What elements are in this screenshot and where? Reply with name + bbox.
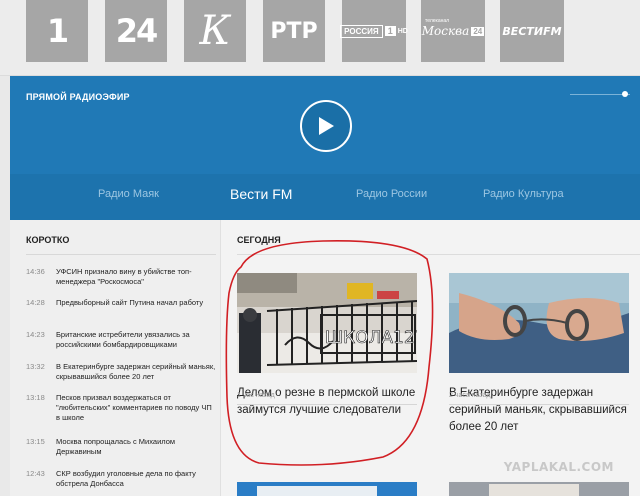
news-item[interactable]: 13:15 Москва попрощалась с Михаилом Держ… [26,437,216,457]
news-card-image: ШКОЛА127 [237,273,417,373]
channel-kultura-icon: К [199,8,231,54]
channel-24-tile[interactable]: 24 [105,0,167,62]
news-time: 13:32 [26,362,45,371]
radio-banner: ПРЯМОЙ РАДИОЭФИР Радио Маяк Вести FM Рад… [10,76,640,220]
news-time: 13:15 [26,437,45,446]
thumbnail-image [237,482,417,496]
news-item[interactable]: 13:18 Песков призвал воздержаться от "лю… [26,393,216,423]
channel-bar: 1 24 К РТР РОССИЯ 1 HD телеканал Москва … [0,0,640,76]
news-text: Песков призвал воздержаться от "любитель… [56,393,212,422]
channel-moskva24-tile[interactable]: телеканал Москва 24 [421,0,485,62]
divider [26,254,216,255]
news-text: В Екатеринбурге задержан серийный маньяк… [56,362,216,381]
channel-vestifm-tile[interactable]: ВЕСТИFM [500,0,564,62]
news-text: Предвыборный сайт Путина начал работу [56,298,204,307]
news-text: Британские истребители увязались за росс… [56,330,190,349]
play-icon [319,117,334,135]
news-card-title: Делом о резне в пермской школе займутся … [237,387,416,416]
channel-rossiya-hd-tile[interactable]: РОССИЯ 1 HD [340,0,408,62]
news-time: 14:23 [26,330,45,339]
watermark: YAPLAKAL.COM [503,460,614,474]
news-item[interactable]: 12:43 СКР возбудил уголовные дела по фак… [26,469,216,489]
news-text: Москва попрощалась с Михаилом Державиным [56,437,176,456]
channel-1-icon: 1 [46,12,69,50]
handcuffs-image [449,273,629,373]
gate-sign: ШКОЛА127 [325,328,417,348]
channel-24-icon: 24 [115,12,159,50]
news-time: 12:43 [26,469,45,478]
station-tabs: Радио Маяк Вести FM Радио России Радио К… [10,174,640,220]
tab-vesti-fm[interactable]: Вести FM [230,186,292,202]
today-title: СЕГОДНЯ [237,235,281,245]
short-news-column: КОРОТКО 14:36 УФСИН признало вину в убий… [10,220,220,496]
news-time: 13:18 [26,393,45,402]
news-text: СКР возбудил уголовные дела по факту обс… [56,469,196,488]
news-card-time: 2 часа назад [449,392,491,399]
short-news-title: КОРОТКО [26,235,70,245]
divider [237,254,640,255]
news-card-image [449,273,629,373]
tab-radio-rossii[interactable]: Радио России [356,188,427,200]
news-text: УФСИН признало вину в убийстве топ-менед… [56,267,192,286]
tab-radio-kultura[interactable]: Радио Культура [483,188,564,200]
radio-live-label: ПРЯМОЙ РАДИОЭФИР [26,92,130,102]
tab-radio-mayak[interactable]: Радио Маяк [98,188,159,200]
today-column: СЕГОДНЯ ШКОЛА127 Делом о резне в пермско… [220,220,640,496]
news-time: 14:28 [26,298,45,307]
channel-rtr-tile[interactable]: РТР [263,0,325,62]
thumbnail-image [449,482,629,496]
divider [237,404,417,405]
channel-1-tile[interactable]: 1 [26,0,88,62]
channel-vestifm-icon: ВЕСТИFM [502,24,562,38]
volume-track[interactable] [570,94,630,95]
news-card[interactable]: В Екатеринбурге задержан серийный маньяк… [449,273,629,436]
school-gate-image: ШКОЛА127 [237,273,417,373]
play-button[interactable] [300,100,352,152]
news-item[interactable]: 13:32 В Екатеринбурге задержан серийный … [26,362,216,382]
news-card-thumbnail[interactable] [449,482,629,496]
channel-moskva24-icon: Москва 24 [421,24,485,38]
news-item[interactable]: 14:28 Предвыборный сайт Путина начал раб… [26,298,216,308]
news-card-time: 1 час назад [237,392,275,399]
divider [449,404,629,405]
news-time: 14:36 [26,267,45,276]
news-item[interactable]: 14:23 Британские истребители увязались з… [26,330,216,350]
news-card-thumbnail[interactable] [237,482,417,496]
news-item[interactable]: 14:36 УФСИН признало вину в убийстве топ… [26,267,216,287]
channel-rtr-icon: РТР [270,18,318,44]
volume-handle[interactable] [622,91,628,97]
channel-kultura-tile[interactable]: К [184,0,246,62]
channel-rossiya-hd-icon: РОССИЯ 1 HD [340,24,408,38]
